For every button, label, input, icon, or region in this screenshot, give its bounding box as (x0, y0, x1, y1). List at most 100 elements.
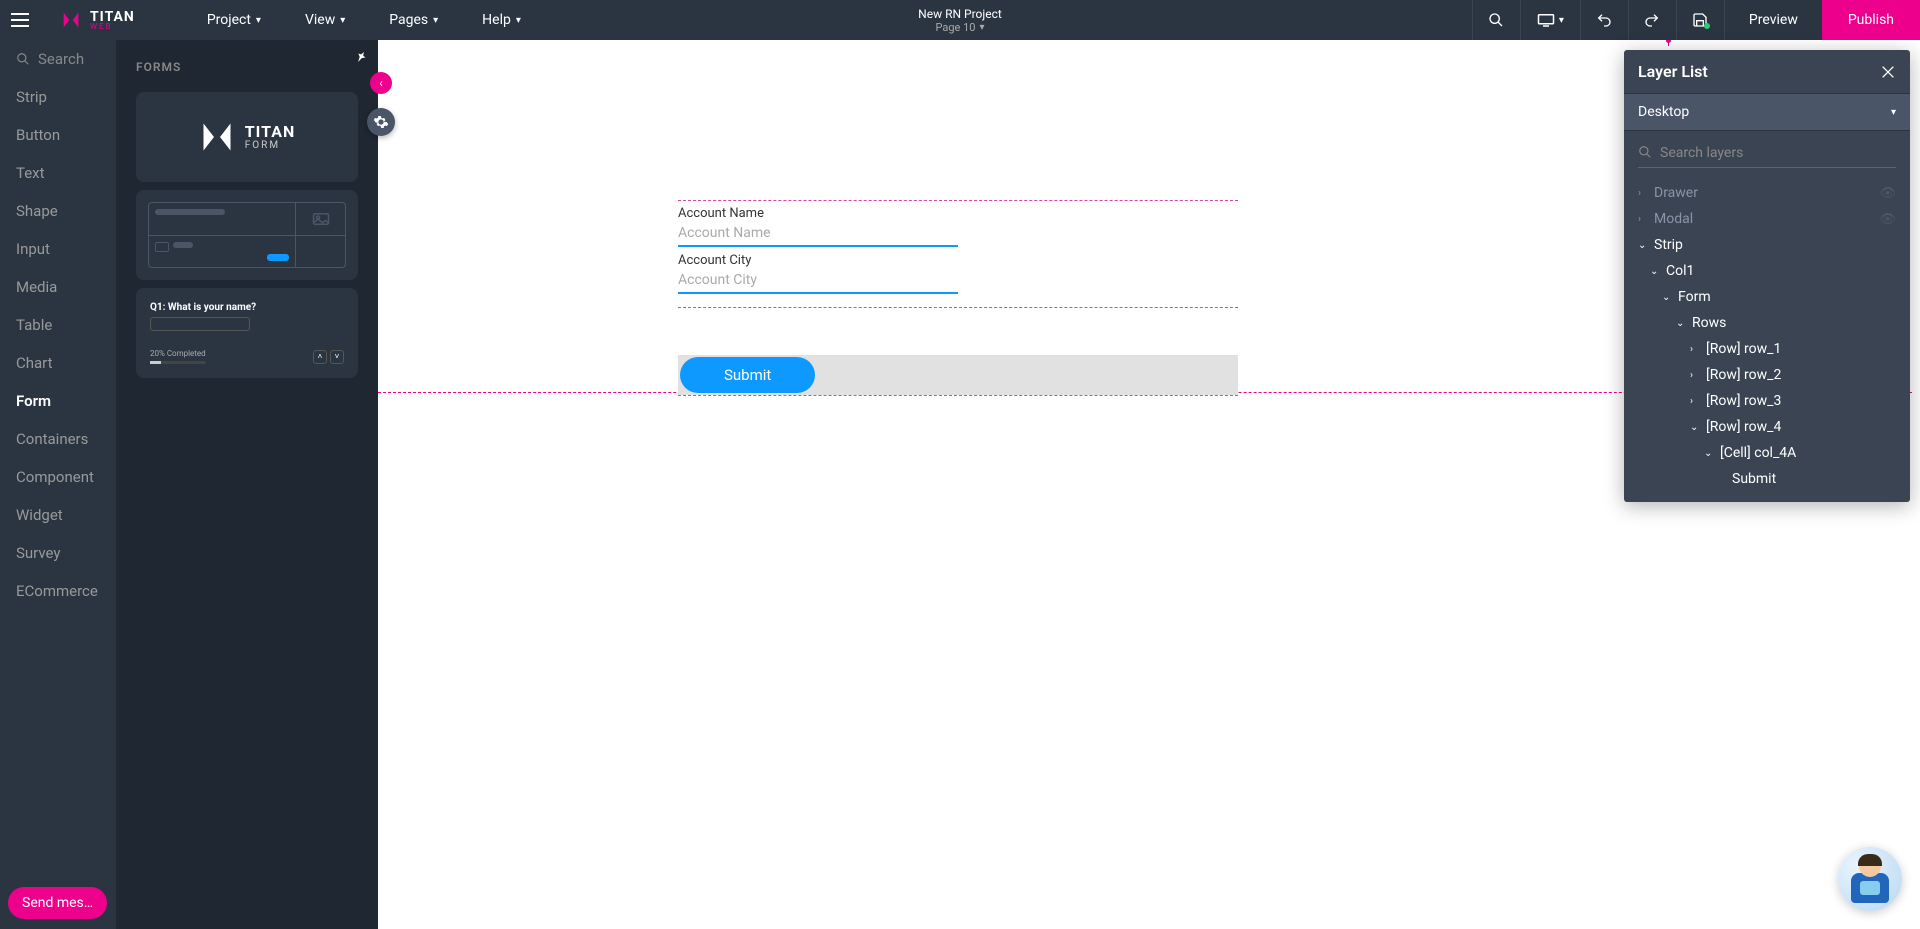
layer-panel-title: Layer List (1638, 62, 1708, 81)
redo-button[interactable] (1628, 0, 1676, 40)
logo[interactable]: TITAN WEB (40, 9, 155, 31)
question-progress-label: 20% Completed (150, 349, 206, 358)
titan-form-subtext: FORM (245, 140, 296, 151)
tree-item-row3[interactable]: ›[Row] row_3 (1624, 388, 1910, 414)
layer-panel[interactable]: Layer List Desktop ▾ ›Drawer👁 ›Modal👁 ⌄S… (1624, 50, 1910, 502)
question-label: Q1: What is your name? (150, 302, 256, 313)
titan-form-icon (199, 119, 235, 155)
form-field-account-name[interactable]: Account Name (678, 206, 1238, 247)
save-button[interactable] (1676, 0, 1724, 40)
rail-search[interactable]: Search (0, 40, 116, 78)
settings-button[interactable] (367, 108, 395, 136)
publish-button[interactable]: Publish (1822, 0, 1920, 40)
rail-item-ecommerce[interactable]: ECommerce (0, 572, 116, 610)
rail-item-survey[interactable]: Survey (0, 534, 116, 572)
form-card-question[interactable]: Q1: What is your name? 20% Completed ˄ ˅ (136, 288, 358, 378)
layer-search-input[interactable] (1638, 139, 1896, 168)
selection-marker (1668, 40, 1669, 46)
header-project-info[interactable]: New RN Project Page 10▾ (918, 7, 1002, 34)
menu-help[interactable]: Help▾ (460, 0, 543, 40)
hamburger-button[interactable] (0, 13, 40, 27)
tree-item-modal[interactable]: ›Modal👁 (1624, 206, 1910, 232)
search-button[interactable] (1472, 0, 1520, 40)
form-border-bot (678, 395, 1238, 396)
page-selector[interactable]: Page 10▾ (918, 21, 1002, 34)
logo-icon (60, 9, 82, 31)
tree-item-row1[interactable]: ›[Row] row_1 (1624, 336, 1910, 362)
form-border-mid (678, 307, 1238, 308)
layer-search (1624, 131, 1910, 176)
form-card-layout[interactable] (136, 190, 358, 280)
left-rail: Search StripButtonTextShapeInputMediaTab… (0, 40, 116, 929)
device-selector[interactable]: ▾ (1520, 0, 1580, 40)
preview-button[interactable]: Preview (1724, 0, 1822, 40)
chevron-left-icon: ‹ (379, 76, 383, 90)
menu-pages[interactable]: Pages▾ (367, 0, 460, 40)
chevron-down-icon: ▾ (433, 15, 438, 26)
tree-item-submit[interactable]: Submit (1624, 466, 1910, 492)
close-icon (1880, 64, 1896, 80)
undo-icon (1596, 12, 1612, 28)
rail-item-strip[interactable]: Strip (0, 78, 116, 116)
hamburger-icon (11, 13, 29, 27)
send-message-button[interactable]: Send mes… (8, 887, 107, 919)
rail-search-label: Search (38, 50, 84, 68)
close-button[interactable] (1880, 64, 1896, 80)
menu-project[interactable]: Project▾ (185, 0, 283, 40)
tree-item-drawer[interactable]: ›Drawer👁 (1624, 180, 1910, 206)
tree-item-rows[interactable]: ⌄Rows (1624, 310, 1910, 336)
tree-item-row4[interactable]: ⌄[Row] row_4 (1624, 414, 1910, 440)
chat-widget[interactable] (1838, 847, 1902, 911)
rail-item-button[interactable]: Button (0, 116, 116, 154)
gear-icon (373, 114, 389, 130)
chevron-down-icon: ▾ (340, 15, 345, 26)
app-header: TITAN WEB Project▾ View▾ Pages▾ Help▾ Ne… (0, 0, 1920, 40)
mascot-icon (1846, 855, 1894, 903)
submit-button[interactable]: Submit (680, 357, 815, 393)
rail-item-containers[interactable]: Containers (0, 420, 116, 458)
layer-tree: ›Drawer👁 ›Modal👁 ⌄Strip ⌄Col1 ⌄Form ⌄Row… (1624, 176, 1910, 502)
save-status-dot (1704, 23, 1710, 29)
form-border-top (678, 200, 1238, 201)
visibility-icon[interactable]: 👁 (1879, 212, 1896, 227)
chevron-down-icon: ▾ (1559, 15, 1564, 26)
rail-item-shape[interactable]: Shape (0, 192, 116, 230)
form-card-titan-form[interactable]: TITAN FORM (136, 92, 358, 182)
desktop-icon (1537, 13, 1555, 27)
field-label: Account City (678, 253, 1238, 268)
form-field-account-city[interactable]: Account City (678, 253, 1238, 294)
rail-item-media[interactable]: Media (0, 268, 116, 306)
layout-mock-icon (148, 202, 346, 268)
question-input-mock (150, 317, 250, 331)
tree-item-strip[interactable]: ⌄Strip (1624, 232, 1910, 258)
rail-item-text[interactable]: Text (0, 154, 116, 192)
chevron-down-icon: ▾ (516, 15, 521, 26)
rail-item-form[interactable]: Form (0, 382, 116, 420)
submit-row[interactable]: Submit (678, 355, 1238, 395)
main-menu: Project▾ View▾ Pages▾ Help▾ (185, 0, 543, 40)
rail-item-widget[interactable]: Widget (0, 496, 116, 534)
canvas-form[interactable]: Account Name Account City Submit (678, 200, 1238, 300)
account-city-input[interactable] (678, 268, 958, 294)
tree-item-cell4a[interactable]: ⌄[Cell] col_4A (1624, 440, 1910, 466)
image-icon (312, 212, 330, 226)
header-actions: ▾ Preview Publish (1472, 0, 1920, 40)
search-icon (1638, 145, 1652, 159)
tree-item-form[interactable]: ⌄Form (1624, 284, 1910, 310)
tree-item-row2[interactable]: ›[Row] row_2 (1624, 362, 1910, 388)
rail-item-table[interactable]: Table (0, 306, 116, 344)
rail-item-chart[interactable]: Chart (0, 344, 116, 382)
chevron-down-icon: ▾ (256, 15, 261, 26)
device-label: Desktop (1638, 104, 1689, 120)
tree-item-col1[interactable]: ⌄Col1 (1624, 258, 1910, 284)
rail-item-input[interactable]: Input (0, 230, 116, 268)
menu-view[interactable]: View▾ (283, 0, 367, 40)
visibility-icon[interactable]: 👁 (1879, 186, 1896, 201)
field-label: Account Name (678, 206, 1238, 221)
undo-button[interactable] (1580, 0, 1628, 40)
account-name-input[interactable] (678, 221, 958, 247)
rail-item-component[interactable]: Component (0, 458, 116, 496)
device-dropdown[interactable]: Desktop ▾ (1624, 94, 1910, 131)
collapse-panel-button[interactable]: ‹ (370, 72, 392, 94)
chevron-down-icon: ▾ (979, 22, 984, 33)
